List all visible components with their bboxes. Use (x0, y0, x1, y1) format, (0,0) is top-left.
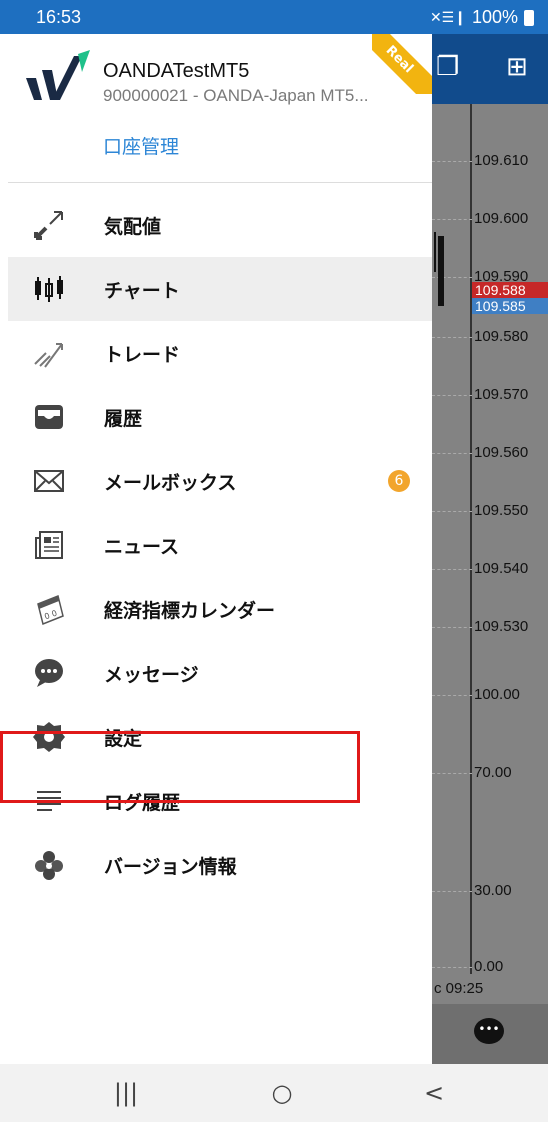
chart-grid-line (432, 569, 472, 570)
chart-time-label: c 09:25 (434, 980, 484, 997)
menu-item[interactable]: トレード (8, 321, 432, 385)
chart-tick-label: 109.570 (474, 386, 529, 403)
battery-icon (524, 9, 534, 26)
chart-tick-label: 109.540 (474, 560, 529, 577)
status-indicators: ✕☰❙ 100% (430, 7, 534, 28)
candlestick-chart-icon (32, 272, 66, 306)
unread-count-badge: 6 (388, 470, 410, 492)
menu-item-label: 気配値 (104, 215, 162, 238)
system-navigation-bar: ||| ○ < (0, 1064, 548, 1122)
chart-tick-label: 109.550 (474, 502, 529, 519)
recents-button[interactable]: ||| (106, 1076, 146, 1110)
menu-item-label: メッセージ (104, 663, 199, 686)
chart-axis-line (470, 104, 472, 974)
message-bubble-icon (32, 656, 66, 690)
new-order-icon[interactable]: ⊞ (506, 52, 528, 82)
price-bid-tag: 109.588 (472, 282, 548, 298)
chart-grid-line (432, 453, 472, 454)
oanda-logo-icon (26, 50, 90, 100)
window-icon[interactable]: ❐ (436, 52, 459, 82)
menu-item[interactable]: ニュース (8, 513, 432, 577)
chart-tick-label: 100.00 (474, 686, 520, 703)
candle-wick (434, 232, 436, 272)
menu-item-label: ニュース (104, 535, 180, 558)
drawer-header: OANDATestMT5 900000021 - OANDA-Japan MT5… (8, 34, 432, 184)
menu-item[interactable]: メールボックス 6 (8, 449, 432, 513)
signal-icons: ✕☰❙ (429, 9, 466, 25)
menu-item[interactable]: メッセージ (8, 641, 432, 705)
calendar-icon: 0 0 (32, 592, 66, 626)
price-ask-tag: 109.585 (472, 298, 548, 314)
chart-grid-line (432, 395, 472, 396)
chart-tick-label: 109.580 (474, 328, 529, 345)
home-button[interactable]: ○ (262, 1076, 302, 1110)
version-info-icon (32, 848, 66, 882)
chart-grid-line (432, 695, 472, 696)
chart-grid-line (432, 773, 472, 774)
menu-item-label: 経済指標カレンダー (104, 599, 276, 622)
menu-item-label: メールボックス (104, 471, 237, 494)
account-id-server: 900000021 - OANDA-Japan MT5... (103, 86, 369, 105)
chart-tick-label: 109.610 (474, 152, 529, 169)
account-manage-link[interactable]: 口座管理 (103, 132, 179, 159)
menu-item-label: 履歴 (104, 407, 143, 430)
candle-body (438, 236, 444, 306)
real-ribbon-wrapper: Real (372, 34, 432, 94)
chart-grid-line (432, 511, 472, 512)
menu-item[interactable]: 0 0 経済指標カレンダー (8, 577, 432, 641)
menu-item[interactable]: バージョン情報 (8, 833, 432, 897)
news-icon (32, 528, 66, 562)
chart-tick-label: 109.560 (474, 444, 529, 461)
chart-tick-label: 0.00 (474, 958, 504, 975)
header-divider (8, 182, 432, 183)
chart-tick-label: 109.600 (474, 210, 529, 227)
menu-item[interactable]: チャート (8, 257, 432, 321)
chart-grid-line (432, 627, 472, 628)
chart-grid-line (432, 219, 472, 220)
settings-highlight-box (0, 731, 360, 803)
quotes-arrows-icon (32, 208, 66, 242)
history-inbox-icon (32, 400, 66, 434)
chart-grid-line (432, 337, 472, 338)
chart-grid-line (432, 967, 472, 968)
battery-percent: 100% (471, 7, 518, 27)
menu-item[interactable]: 気配値 (8, 193, 432, 257)
chart-tick-label: 70.00 (474, 764, 512, 781)
menu-item[interactable]: 履歴 (8, 385, 432, 449)
mail-envelope-icon (32, 464, 66, 498)
chart-grid-line (432, 891, 472, 892)
menu-item-label: バージョン情報 (104, 855, 237, 878)
trade-trend-icon (32, 336, 66, 370)
navigation-drawer: OANDATestMT5 900000021 - OANDA-Japan MT5… (0, 34, 432, 1064)
chart-grid-line (432, 161, 472, 162)
menu-item-label: トレード (104, 343, 181, 366)
menu-item-label: チャート (104, 279, 180, 302)
account-name: OANDATestMT5 (103, 60, 250, 82)
status-bar: 16:53 ✕☰❙ 100% (0, 0, 548, 34)
chat-icon[interactable]: ••• (474, 1018, 504, 1044)
chart-background (432, 34, 548, 1064)
back-button[interactable]: < (414, 1076, 454, 1110)
chart-toolbar: ❐ ⊞ (432, 34, 548, 104)
real-account-badge: Real (372, 34, 432, 94)
chart-tick-label: 30.00 (474, 882, 512, 899)
chart-tick-label: 109.530 (474, 618, 529, 635)
status-time: 16:53 (36, 7, 82, 27)
